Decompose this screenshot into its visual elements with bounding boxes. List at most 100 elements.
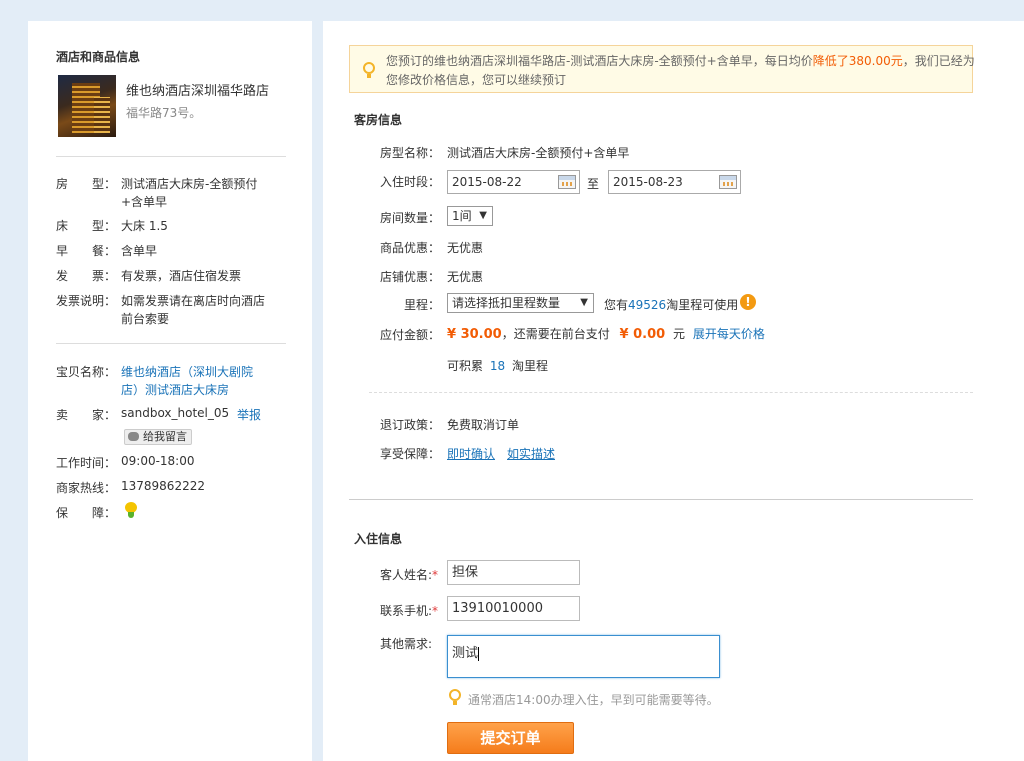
guarantee-icon[interactable] [123, 502, 139, 518]
hours-label: 工作时间： [56, 456, 117, 470]
notice-text-before: 您预订的维也纳酒店深圳福华路店-测试酒店大床房-全额预付+含单早，每日均价 [386, 54, 813, 68]
cancel-policy-value: 免费取消订单 [447, 418, 520, 432]
text-caret [478, 646, 480, 661]
other-request-label: 其他需求: [380, 637, 433, 651]
submit-order-button[interactable]: 提交订单 [447, 722, 574, 754]
other-request-value: 测试 [452, 646, 479, 661]
room-count-value: 1间 [452, 209, 472, 223]
room-type-label: 房 型： [56, 177, 117, 191]
expand-daily-price-link[interactable]: 展开每天价格 [693, 327, 765, 341]
other-request-textarea[interactable]: 测试 [447, 635, 720, 678]
checkin-date-input[interactable]: 2015-08-22 [447, 170, 580, 194]
seller-label: 卖 家： [56, 408, 117, 422]
checkin-tip: 通常酒店14:00办理入住，早到可能需要等待。 [468, 693, 719, 707]
accumulate-prefix: 可积累 [447, 359, 484, 373]
hotel-address: 福华路73号。 [126, 106, 202, 120]
price-change-notice: 您预订的维也纳酒店深圳福华路店-测试酒店大床房-全额预付+含单早，每日均价降低了… [349, 45, 975, 93]
notice-line1: 您预订的维也纳酒店深圳福华路店-测试酒店大床房-全额预付+含单早，每日均价降低了… [386, 52, 975, 69]
accumulate-line: 可积累 18 淘里程 [447, 357, 548, 374]
section-title-guest: 入住信息 [354, 532, 403, 546]
calendar-icon[interactable] [558, 175, 576, 189]
phone-input[interactable]: 13910010000 [447, 596, 580, 621]
frontdesk-amount: ¥ 0.00 [619, 327, 666, 342]
leave-message-button[interactable]: 给我留言 [124, 429, 192, 445]
warning-icon[interactable]: ! [740, 294, 756, 310]
room-count-label: 房间数量： [380, 211, 441, 225]
cancel-policy-label: 退订政策： [380, 418, 441, 432]
invoice-note-value: 如需发票请在离店时向酒店 前台索要 [121, 294, 266, 326]
mileage-select[interactable]: 请选择抵扣里程数量 ▼ [447, 293, 594, 313]
mileage-label: 里程： [404, 298, 441, 312]
mileage-balance: 您有49526淘里程可使用 [604, 296, 738, 313]
lightbulb-icon [449, 689, 461, 705]
checkout-date-value: 2015-08-23 [613, 175, 683, 189]
checkout-date-input[interactable]: 2015-08-23 [608, 170, 741, 194]
breakfast-value: 含单早 [121, 244, 158, 258]
item-name-label: 宝贝名称： [56, 365, 117, 379]
room-name-value: 测试酒店大床房-全额预付+含单早 [447, 146, 630, 160]
checkin-label: 入住时段： [380, 175, 441, 189]
guest-name-label-text: 客人姓名: [380, 568, 433, 582]
bed-type-label: 床 型： [56, 219, 117, 233]
phone-label-text: 联系手机: [380, 604, 433, 618]
phone-value: 13910010000 [452, 601, 543, 616]
accumulate-suffix: 淘里程 [511, 359, 548, 373]
instant-confirm-link[interactable]: 即时确认 [447, 445, 495, 462]
section-title-room: 客房信息 [354, 113, 403, 127]
payable-mid-text: ，还需要在前台支付 [501, 327, 610, 341]
lightbulb-icon [363, 62, 375, 78]
as-described-link[interactable]: 如实描述 [507, 445, 555, 462]
chevron-down-icon: ▼ [479, 210, 487, 221]
invoice-label: 发 票： [56, 269, 117, 283]
hotline-label: 商家热线： [56, 481, 117, 495]
breakfast-label: 早 餐： [56, 244, 117, 258]
guest-name-input[interactable]: 担保 [447, 560, 580, 585]
mileage-balance-suffix: 淘里程可使用 [666, 298, 739, 312]
notice-price-drop: 降低了380.00元 [812, 54, 903, 68]
room-count-select[interactable]: 1间 ▼ [447, 206, 493, 226]
hotel-name: 维也纳酒店深圳福华路店 [126, 84, 270, 99]
product-discount-value: 无优惠 [447, 241, 484, 255]
notice-text-after: ，我们已经为 [902, 54, 975, 68]
calendar-icon[interactable] [719, 175, 737, 189]
bed-type-value: 大床 1.5 [121, 219, 168, 233]
shop-discount-label: 店铺优惠： [380, 270, 441, 284]
checkin-date-value: 2015-08-22 [452, 175, 522, 189]
invoice-note-label: 发票说明： [56, 294, 117, 308]
room-type-value: 测试酒店大床房-全额预付 +含单早 [121, 177, 258, 209]
accumulate-amount: 18 [489, 359, 506, 373]
guest-name-value: 担保 [452, 565, 479, 580]
frontdesk-unit: 元 [673, 327, 686, 341]
date-to-label: 至 [587, 177, 600, 191]
hotel-info-panel: 酒店和商品信息 维也纳酒店深圳福华路店 福华路73号。 房 型： 测试酒店大床房… [28, 21, 312, 761]
seller-value: sandbox_hotel_05 [121, 406, 230, 420]
room-name-label: 房型名称： [380, 146, 441, 160]
item-name-link[interactable]: 维也纳酒店（深圳大剧院 店）测试酒店大床房 [121, 363, 253, 399]
report-link[interactable]: 举报 [237, 406, 261, 423]
mileage-select-value: 请选择抵扣里程数量 [452, 296, 561, 310]
invoice-value: 有发票，酒店住宿发票 [121, 269, 242, 283]
payable-line: ¥ 30.00，还需要在前台支付 ¥ 0.00 元 展开每天价格 [447, 325, 765, 342]
message-button-label: 给我留言 [143, 430, 187, 443]
section-divider [349, 499, 973, 500]
order-form-panel: 您预订的维也纳酒店深圳福华路店-测试酒店大床房-全额预付+含单早，每日均价降低了… [323, 21, 1024, 761]
protection-label: 享受保障： [380, 447, 441, 461]
guarantee-label: 保 障： [56, 506, 117, 520]
dashed-divider [369, 392, 973, 393]
payable-label: 应付金额： [380, 328, 441, 342]
shop-discount-value: 无优惠 [447, 270, 484, 284]
mileage-balance-prefix: 您有 [604, 298, 629, 312]
hotline-value: 13789862222 [121, 479, 205, 493]
chevron-down-icon: ▼ [580, 297, 588, 308]
guest-name-label: 客人姓名:* [380, 568, 439, 582]
divider [56, 343, 286, 344]
divider [56, 156, 286, 157]
hotel-photo [58, 75, 116, 137]
phone-label: 联系手机:* [380, 604, 439, 618]
mileage-balance-amount: 49526 [628, 298, 667, 312]
product-discount-label: 商品优惠： [380, 241, 441, 255]
payable-amount: ¥ 30.00 [447, 327, 502, 342]
hours-value: 09:00-18:00 [121, 454, 195, 468]
notice-line2: 您修改价格信息，您可以继续预订 [386, 73, 567, 87]
section-title-hotel: 酒店和商品信息 [56, 50, 141, 64]
